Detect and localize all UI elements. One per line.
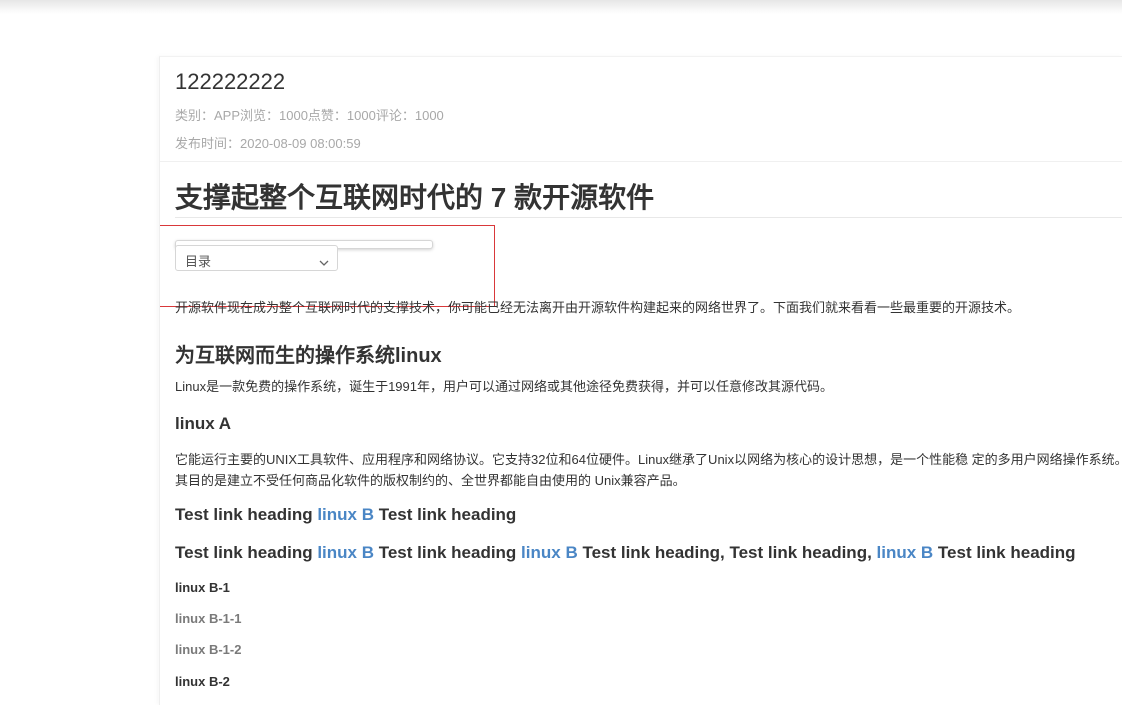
section-heading-linux-a: linux A [175,414,232,433]
linux-b-link[interactable]: linux B [521,543,578,562]
post-meta-stats: 类别：APP浏览：1000点赞：1000评论：1000 [175,108,444,123]
link-heading-text: Test link heading [374,505,517,524]
link-heading-2: Test link heading linux B Test link head… [175,543,1076,563]
sub-heading-linux-b-1-2: linux B-1-2 [175,642,242,657]
sub-heading-linux-b-2: linux B-2 [175,674,230,689]
sub-heading-linux-b-1-1: linux B-1-1 [175,611,242,626]
link-heading-text: Test link heading, Test link heading, [577,543,877,562]
top-bar-shadow [0,0,1122,14]
unix-paragraph-line-1: 它能运行主要的UNIX工具软件、应用程序和网络协议。它支持32位和64位硬件。L… [175,452,1122,467]
header-divider [160,161,1122,162]
post-title: 122222222 [175,69,286,94]
section-heading-linux: 为互联网而生的操作系统linux [175,345,442,367]
link-heading-text: Test link heading [933,543,1076,562]
heading-divider [175,217,1122,218]
linux-b-link[interactable]: linux B [877,543,934,562]
linux-b-link[interactable]: linux B [317,505,374,524]
linux-paragraph: Linux是一款免费的操作系统，诞生于1991年，用户可以通过网络或其他途径免费… [175,379,833,394]
sub-heading-linux-b-1: linux B-1 [175,580,230,595]
post-meta-published: 发布时间：2020-08-09 08:00:59 [175,136,361,151]
link-heading-text: Test link heading [175,543,318,562]
toc-select[interactable]: 目录 [175,245,338,271]
link-heading-text: Test link heading [175,505,318,524]
unix-paragraph-line-2: 其目的是建立不受任何商品化软件的版权制约的、全世界都能自由使用的 Unix兼容产… [175,473,686,488]
article-panel: 122222222 类别：APP浏览：1000点赞：1000评论：1000 发布… [159,56,1122,705]
toc-select-label: 目录 [185,254,212,269]
linux-b-link[interactable]: linux B [317,543,374,562]
chevron-down-icon [319,255,329,270]
link-heading-1: Test link heading linux B Test link head… [175,505,516,525]
link-heading-text: Test link heading [374,543,522,562]
unix-paragraph: 它能运行主要的UNIX工具软件、应用程序和网络协议。它支持32位和64位硬件。L… [175,449,1122,491]
article-heading: 支撑起整个互联网时代的 7 款开源软件 [175,182,655,213]
intro-paragraph: 开源软件现在成为整个互联网时代的支撑技术，你可能已经无法离开由开源软件构建起来的… [175,300,1021,315]
